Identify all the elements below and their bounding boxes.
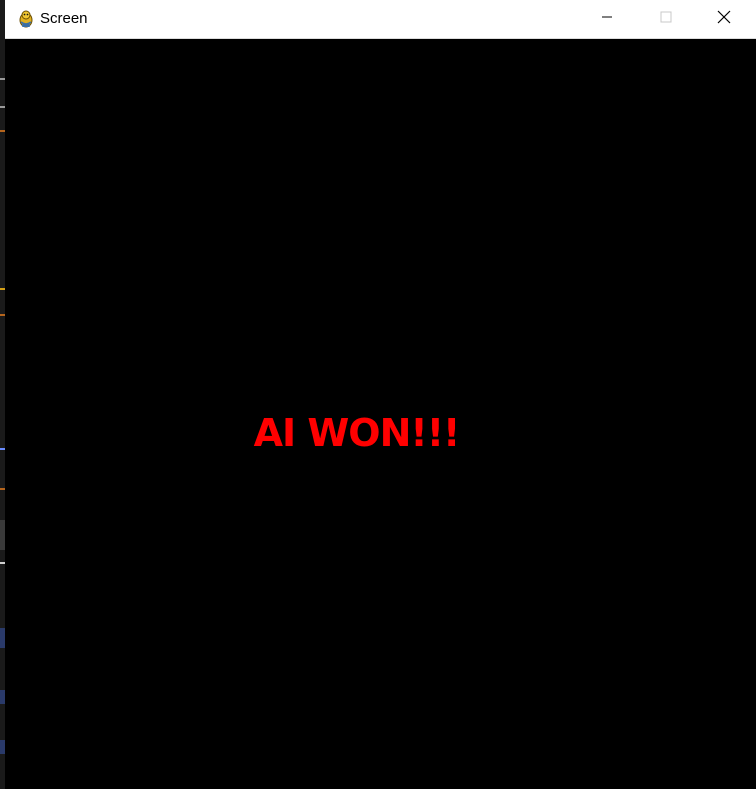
pygame-snake-icon <box>16 9 36 29</box>
game-over-message: AI WON!!! <box>253 411 461 455</box>
title-bar[interactable]: Screen <box>5 0 756 39</box>
game-canvas[interactable]: AI WON!!! <box>5 39 756 789</box>
game-window: Screen AI WON!!! <box>0 0 756 789</box>
minimize-button[interactable] <box>578 0 636 38</box>
maximize-button[interactable] <box>637 0 695 38</box>
minimize-icon <box>601 10 613 28</box>
maximize-icon <box>660 10 672 28</box>
window-title: Screen <box>40 10 88 27</box>
close-button[interactable] <box>695 0 753 38</box>
close-icon <box>717 10 731 29</box>
